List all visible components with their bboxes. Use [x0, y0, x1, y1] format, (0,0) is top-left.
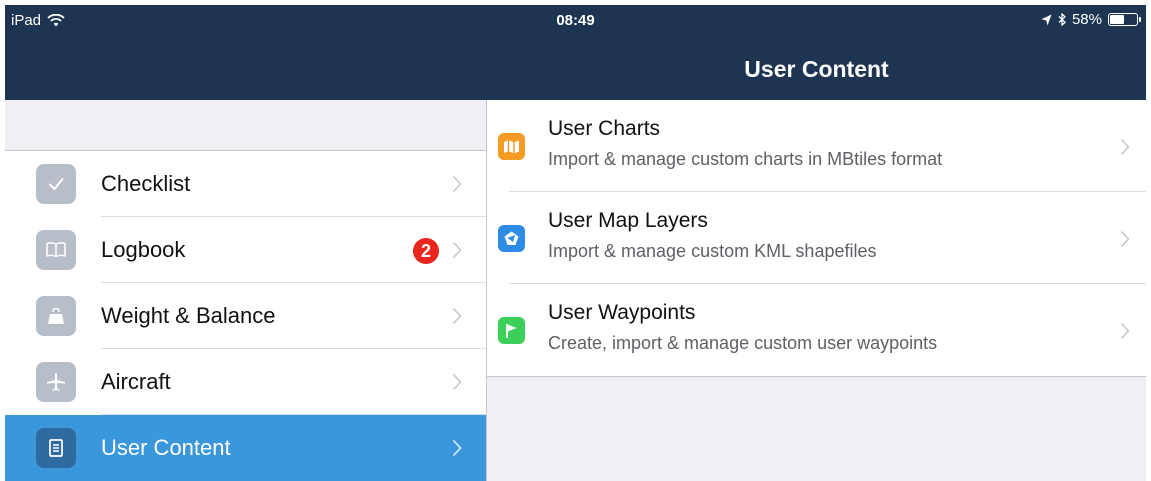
chevron-right-icon [1120, 322, 1130, 340]
chevron-right-icon [1120, 230, 1130, 248]
airplane-icon [36, 362, 76, 402]
sidebar-item-label: User Content [101, 435, 231, 460]
sidebar: Checklist Logbook 2 Weight & Balance Air… [5, 100, 487, 481]
chevron-right-icon [452, 175, 462, 193]
checkmark-icon [36, 164, 76, 204]
user-waypoints-subtitle: Create, import & manage custom user wayp… [548, 333, 938, 353]
location-arrow-icon [1041, 14, 1052, 25]
sidebar-item-label: Checklist [101, 171, 191, 196]
flag-icon [498, 317, 525, 344]
user-map-layers-title: User Map Layers [548, 209, 708, 232]
sidebar-item-checklist[interactable]: Checklist [5, 151, 486, 217]
sidebar-item-aircraft[interactable]: Aircraft [5, 349, 486, 415]
sidebar-item-label: Weight & Balance [101, 303, 276, 328]
status-time: 08:49 [556, 12, 595, 29]
sidebar-item-user-content[interactable]: User Content [5, 415, 486, 481]
notification-badge: 2 [413, 238, 439, 264]
chevron-right-icon [452, 241, 462, 259]
book-icon [36, 230, 76, 270]
map-icon [498, 133, 525, 160]
sidebar-item-logbook[interactable]: Logbook 2 [5, 217, 486, 283]
page-title: User Content [744, 56, 889, 82]
user-charts-subtitle: Import & manage custom charts in MBtiles… [548, 149, 943, 169]
top-bar: iPad 08:49 58% User Content [5, 5, 1146, 100]
sidebar-item-label: Logbook [101, 237, 186, 262]
status-right: 58% [1041, 11, 1141, 28]
user-charts-row[interactable]: User Charts Import & manage custom chart… [487, 100, 1146, 192]
sidebar-item-weight-balance[interactable]: Weight & Balance [5, 283, 486, 349]
bluetooth-icon [1058, 13, 1066, 26]
document-icon [36, 428, 76, 468]
battery-fill [1110, 15, 1124, 24]
sidebar-item-label: Aircraft [101, 369, 171, 394]
detail-pane: User Charts Import & manage custom chart… [487, 100, 1146, 481]
chevron-right-icon [452, 307, 462, 325]
layers-icon [498, 225, 525, 252]
weight-icon [36, 296, 76, 336]
user-waypoints-title: User Waypoints [548, 301, 696, 324]
chevron-right-icon [452, 439, 462, 457]
user-waypoints-row[interactable]: User Waypoints Create, import & manage c… [487, 284, 1146, 376]
user-map-layers-row[interactable]: User Map Layers Import & manage custom K… [487, 192, 1146, 284]
sidebar-list: Checklist Logbook 2 Weight & Balance Air… [5, 150, 486, 481]
app-window: iPad 08:49 58% User Content Checklist Lo… [5, 5, 1146, 481]
battery-icon [1108, 13, 1141, 26]
battery-percent: 58% [1071, 11, 1102, 28]
chevron-right-icon [452, 373, 462, 391]
detail-list: User Charts Import & manage custom chart… [487, 100, 1146, 377]
chevron-right-icon [1120, 138, 1130, 156]
user-map-layers-subtitle: Import & manage custom KML shapefiles [548, 241, 877, 261]
user-charts-title: User Charts [548, 117, 661, 140]
